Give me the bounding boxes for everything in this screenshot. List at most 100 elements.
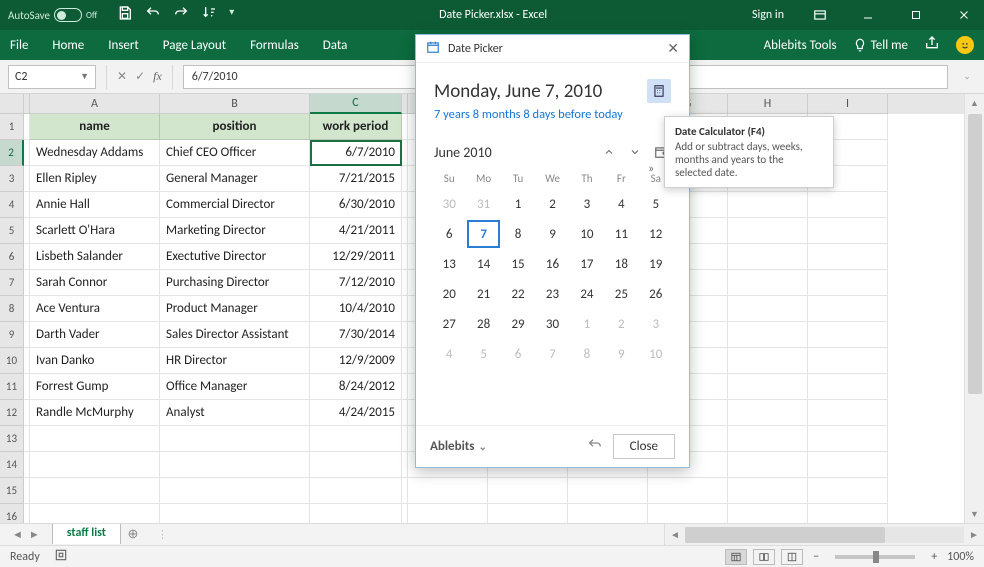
tab-page-layout[interactable]: Page Layout [163,38,226,53]
scroll-left-icon[interactable]: ◄ [665,528,685,541]
cell-period[interactable]: 7/12/2010 [310,270,402,296]
calendar-day[interactable]: 11 [604,219,638,249]
undo-icon[interactable] [587,437,603,457]
cell-period[interactable]: 8/24/2012 [310,374,402,400]
view-normal-icon[interactable] [725,549,747,565]
calendar-day[interactable]: 5 [466,339,500,369]
save-icon[interactable] [117,5,133,25]
row-header[interactable]: 9 [0,322,24,348]
cancel-icon[interactable]: ✕ [117,69,127,84]
prev-month-icon[interactable] [599,142,619,162]
vertical-scrollbar[interactable]: ▲ ▼ [964,94,984,523]
cell-period[interactable]: 7/30/2014 [310,322,402,348]
row-header[interactable]: 8 [0,296,24,322]
calendar-day[interactable]: 27 [432,309,466,339]
scroll-thumb[interactable] [968,114,982,394]
cell-name[interactable]: Darth Vader [30,322,160,348]
ablebits-brand-button[interactable]: Ablebits ⌄ [430,439,487,454]
calendar-day[interactable]: 4 [604,189,638,219]
close-button[interactable]: Close [613,434,675,459]
cell-name[interactable]: Lisbeth Salander [30,244,160,270]
scroll-up-icon[interactable]: ▲ [965,94,984,112]
cell-name[interactable]: Ellen Ripley [30,166,160,192]
cell-period[interactable]: 10/4/2010 [310,296,402,322]
calendar-day[interactable]: 22 [501,279,535,309]
col-header-A[interactable]: A [30,94,160,114]
row-header[interactable]: 12 [0,400,24,426]
qat-customize-icon[interactable]: ▾ [229,5,234,25]
calendar-day[interactable]: 10 [639,339,673,369]
scroll-right-icon[interactable]: ► [964,528,984,541]
cell-name[interactable]: Sarah Connor [30,270,160,296]
cell-position[interactable]: Purchasing Director [160,270,310,296]
calendar-day[interactable]: 25 [604,279,638,309]
calendar-day[interactable]: 8 [570,339,604,369]
calendar-day[interactable]: 16 [535,249,569,279]
redo-icon[interactable] [173,5,189,25]
calendar-day[interactable]: 23 [535,279,569,309]
chevron-down-icon[interactable]: ▼ [80,71,89,82]
calendar-day[interactable]: 14 [466,249,500,279]
cell-position[interactable]: Product Manager [160,296,310,322]
enter-icon[interactable]: ✓ [135,69,145,84]
name-box[interactable]: C2 ▼ [8,65,96,89]
tab-insert[interactable]: Insert [108,38,139,53]
calendar-day[interactable]: 15 [501,249,535,279]
calendar-day[interactable]: 30 [535,309,569,339]
cell-position[interactable]: Commercial Director [160,192,310,218]
calendar-day[interactable]: 2 [604,309,638,339]
row-header[interactable]: 4 [0,192,24,218]
calendar-day[interactable]: 1 [570,309,604,339]
select-all-triangle[interactable] [0,94,24,114]
cell-position[interactable]: General Manager [160,166,310,192]
horizontal-scrollbar[interactable]: ◄ ► [664,524,984,545]
month-label[interactable]: June 2010 [434,144,492,161]
tab-nav[interactable]: ◄► [0,524,52,545]
calendar-day[interactable]: 21 [466,279,500,309]
calendar-day[interactable]: 8 [501,219,535,249]
calendar-day[interactable]: 9 [604,339,638,369]
cell-position[interactable]: Analyst [160,400,310,426]
calendar-day[interactable]: 3 [570,189,604,219]
minimize-icon[interactable] [856,3,880,27]
cell-name[interactable]: Ace Ventura [30,296,160,322]
row-header[interactable]: 3 [0,166,24,192]
zoom-slider[interactable] [835,555,915,559]
table-header[interactable]: name [30,114,160,140]
row-header[interactable]: 1 [0,114,24,140]
calendar-day[interactable]: 3 [639,309,673,339]
sort-icon[interactable] [201,5,217,25]
col-header-B[interactable]: B [160,94,310,114]
insert-function-icon[interactable]: fx [153,69,162,84]
calendar-day[interactable]: 12 [639,219,673,249]
calendar-day[interactable]: 6 [432,219,466,249]
scroll-down-icon[interactable]: ▼ [965,505,984,523]
calendar-day[interactable]: 7 [535,339,569,369]
cell-position[interactable]: Marketing Director [160,218,310,244]
zoom-level[interactable]: 100% [947,550,974,564]
calendar-day[interactable]: 19 [639,249,673,279]
cell-name[interactable]: Randle McMurphy [30,400,160,426]
calendar-day[interactable]: 10 [570,219,604,249]
autosave-toggle[interactable]: AutoSave Off [8,8,97,22]
zoom-out-icon[interactable]: − [809,550,823,564]
undo-icon[interactable] [145,5,161,25]
calendar-day[interactable]: 26 [639,279,673,309]
table-header[interactable]: work period [310,114,402,140]
cell-period[interactable]: 6/7/2010 [310,140,402,166]
calendar-day[interactable]: 29 [501,309,535,339]
cell-period[interactable]: 12/29/2011 [310,244,402,270]
calendar-day[interactable]: 17 [570,249,604,279]
signin-button[interactable]: Sign in [752,8,784,22]
cell-period[interactable]: 4/24/2015 [310,400,402,426]
cell-period[interactable]: 12/9/2009 [310,348,402,374]
calendar-day[interactable]: 18 [604,249,638,279]
cell-name[interactable]: Forrest Gump [30,374,160,400]
cell-period[interactable]: 7/21/2015 [310,166,402,192]
row-header[interactable]: 15 [0,478,24,504]
tab-home[interactable]: Home [52,38,84,53]
cell-position[interactable]: Chief CEO Officer [160,140,310,166]
col-header-I[interactable]: I [808,94,888,114]
new-sheet-button[interactable]: ⊕ [121,524,145,545]
maximize-icon[interactable] [904,3,928,27]
